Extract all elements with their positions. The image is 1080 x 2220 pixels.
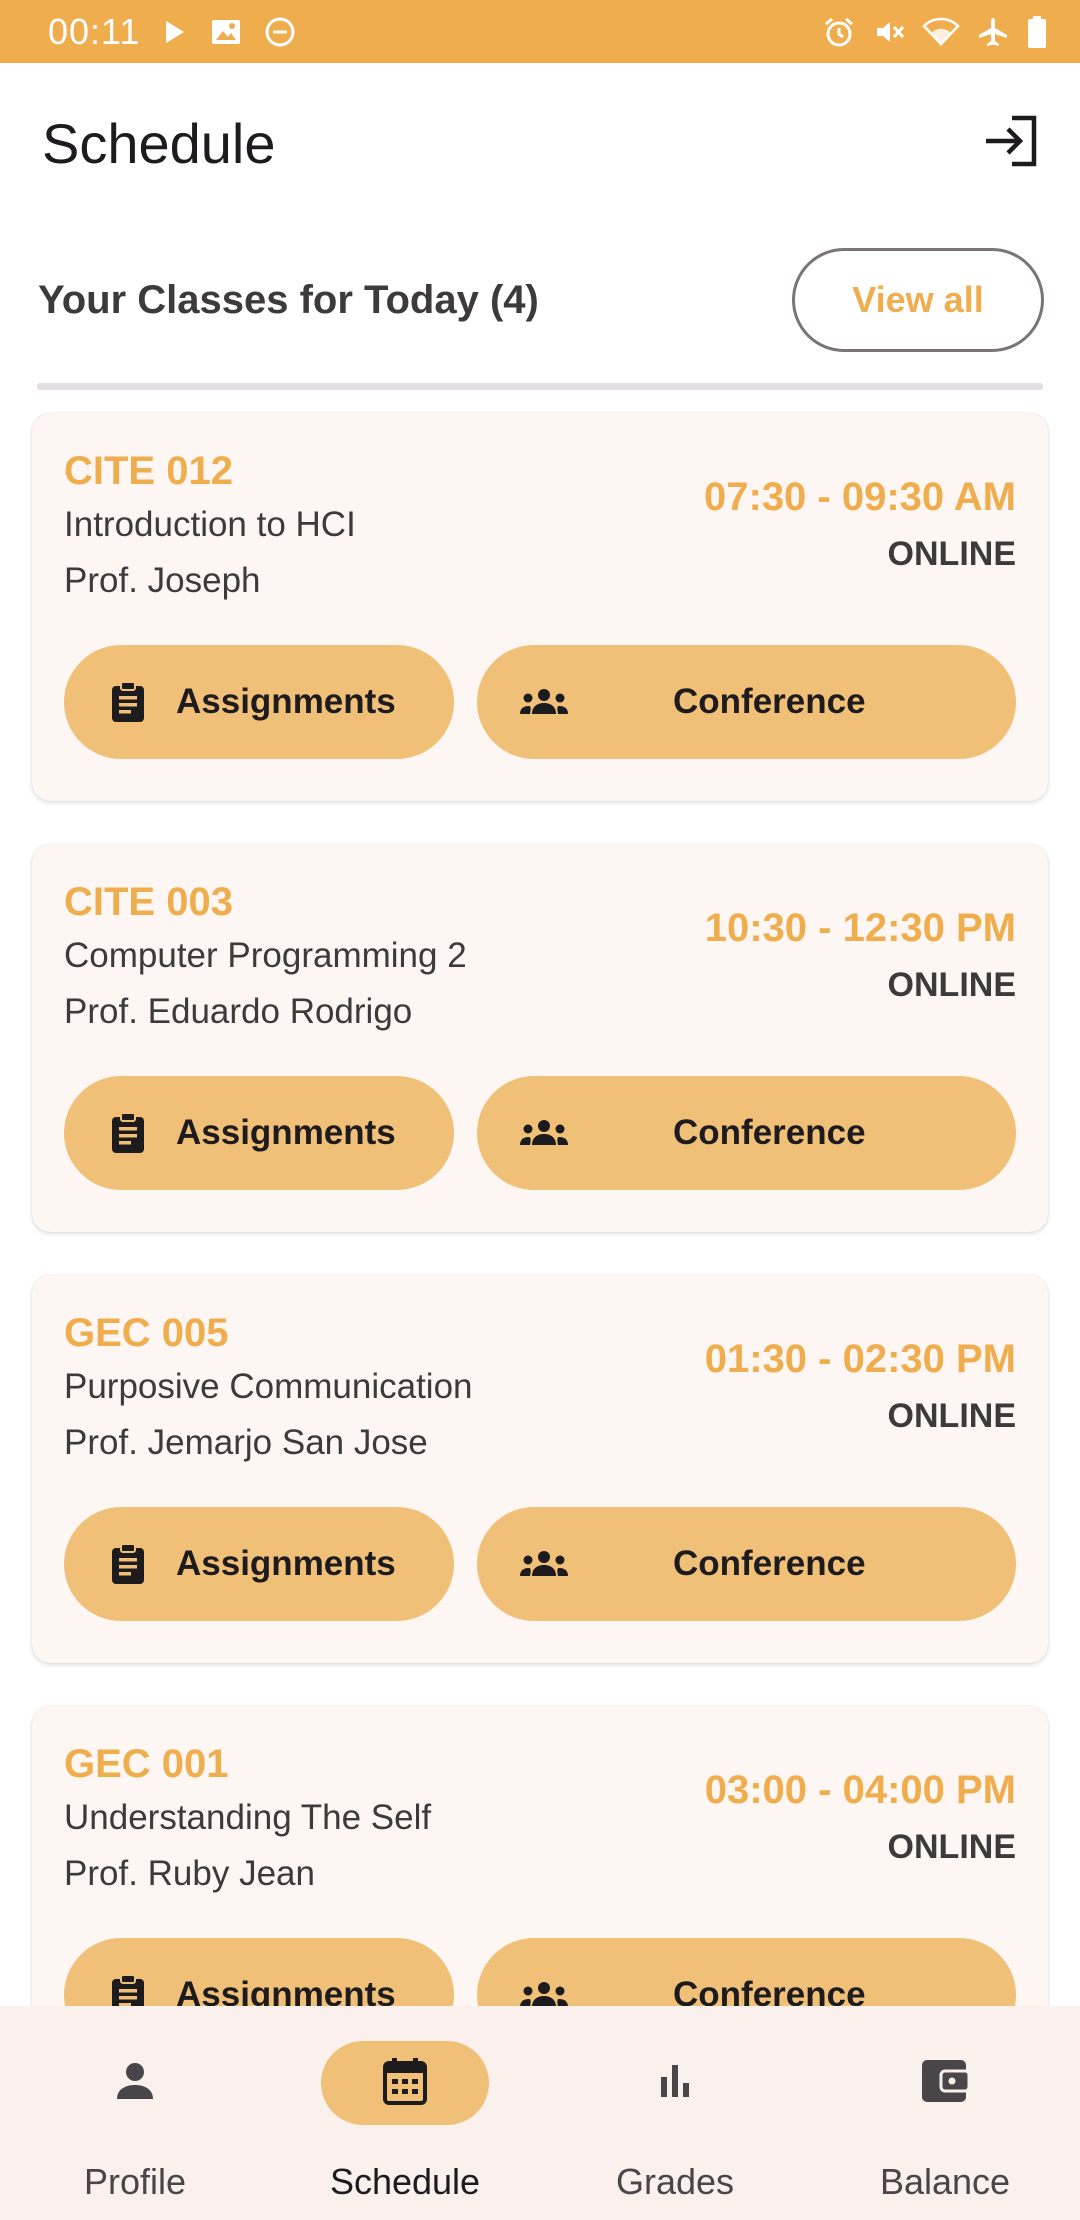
status-time: 00:11 — [48, 10, 141, 52]
course-time: 10:30 - 12:30 PM — [704, 906, 1016, 950]
mute-icon — [872, 15, 906, 49]
course-name: Introduction to HCI — [64, 505, 356, 544]
wallet-icon — [919, 2057, 971, 2110]
calendar-icon — [381, 2056, 429, 2111]
course-name: Understanding The Self — [64, 1798, 432, 1837]
course-code: CITE 012 — [64, 449, 233, 493]
nav-item-schedule[interactable]: Schedule — [270, 2006, 540, 2220]
course-name: Purposive Communication — [64, 1367, 473, 1406]
assignments-button[interactable]: Assignments — [64, 645, 454, 759]
section-divider — [37, 383, 1043, 390]
page-title: Schedule — [42, 111, 276, 175]
course-code: GEC 005 — [64, 1311, 229, 1355]
group-icon — [519, 1549, 569, 1579]
nav-label: Profile — [83, 2161, 187, 2202]
nav-item-balance[interactable]: Balance — [810, 2006, 1080, 2220]
class-card: GEC 005 Purposive Communication Prof. Je… — [32, 1275, 1048, 1663]
bottom-navigation: Profile Schedule Grades Balance — [0, 2006, 1080, 2220]
alarm-icon — [822, 15, 856, 49]
nav-label: Balance — [879, 2161, 1011, 2202]
conference-label: Conference — [673, 1113, 866, 1152]
nav-indicator — [861, 2041, 1029, 2125]
assignments-button[interactable]: Assignments — [64, 1507, 454, 1621]
assignments-label: Assignments — [176, 682, 396, 721]
clipboard-icon — [110, 1543, 146, 1585]
class-list: CITE 012 Introduction to HCI Prof. Josep… — [32, 413, 1048, 2137]
nav-label: Grades — [615, 2161, 735, 2202]
play-icon — [162, 18, 188, 46]
assignments-label: Assignments — [176, 1113, 396, 1152]
person-icon — [111, 2057, 159, 2110]
assignments-label: Assignments — [176, 1544, 396, 1583]
nav-indicator — [321, 2041, 489, 2125]
group-icon — [519, 1118, 569, 1148]
view-all-button[interactable]: View all — [792, 248, 1044, 352]
course-time: 01:30 - 02:30 PM — [704, 1337, 1016, 1381]
image-icon — [210, 17, 242, 47]
conference-button[interactable]: Conference — [477, 1076, 1016, 1190]
nav-indicator — [51, 2041, 219, 2125]
course-professor: Prof. Jemarjo San Jose — [64, 1423, 428, 1462]
nav-indicator — [591, 2041, 759, 2125]
assignments-button[interactable]: Assignments — [64, 1076, 454, 1190]
course-mode: ONLINE — [887, 966, 1016, 1004]
do-not-disturb-icon — [264, 16, 296, 48]
clipboard-icon — [110, 681, 146, 723]
status-right — [822, 15, 1048, 49]
nav-item-grades[interactable]: Grades — [540, 2006, 810, 2220]
wifi-icon — [922, 16, 960, 48]
course-code: GEC 001 — [64, 1742, 229, 1786]
schedule-screen: 00:11 Schedule Your Classes for Today (4… — [0, 0, 1080, 2220]
logout-button[interactable] — [976, 108, 1046, 178]
course-mode: ONLINE — [887, 1828, 1016, 1866]
course-time: 07:30 - 09:30 AM — [704, 475, 1016, 519]
logout-icon — [982, 114, 1040, 173]
course-mode: ONLINE — [887, 535, 1016, 573]
clipboard-icon — [110, 1112, 146, 1154]
nav-label: Schedule — [329, 2161, 481, 2202]
conference-label: Conference — [673, 682, 866, 721]
nav-item-profile[interactable]: Profile — [0, 2006, 270, 2220]
app-bar: Schedule — [0, 63, 1080, 223]
airplane-icon — [976, 15, 1010, 49]
bar-chart-icon — [651, 2057, 699, 2110]
conference-button[interactable]: Conference — [477, 645, 1016, 759]
course-professor: Prof. Ruby Jean — [64, 1854, 315, 1893]
section-header: Your Classes for Today (4) View all — [38, 247, 1044, 353]
course-mode: ONLINE — [887, 1397, 1016, 1435]
status-bar: 00:11 — [0, 0, 1080, 63]
course-name: Computer Programming 2 — [64, 936, 467, 975]
section-title: Your Classes for Today (4) — [38, 277, 539, 322]
status-left: 00:11 — [48, 11, 296, 53]
course-professor: Prof. Joseph — [64, 561, 261, 600]
class-card: CITE 012 Introduction to HCI Prof. Josep… — [32, 413, 1048, 801]
conference-label: Conference — [673, 1544, 866, 1583]
course-professor: Prof. Eduardo Rodrigo — [64, 992, 413, 1031]
course-code: CITE 003 — [64, 880, 233, 924]
battery-icon — [1026, 15, 1048, 49]
course-time: 03:00 - 04:00 PM — [704, 1768, 1016, 1812]
group-icon — [519, 687, 569, 717]
class-card: CITE 003 Computer Programming 2 Prof. Ed… — [32, 844, 1048, 1232]
conference-button[interactable]: Conference — [477, 1507, 1016, 1621]
